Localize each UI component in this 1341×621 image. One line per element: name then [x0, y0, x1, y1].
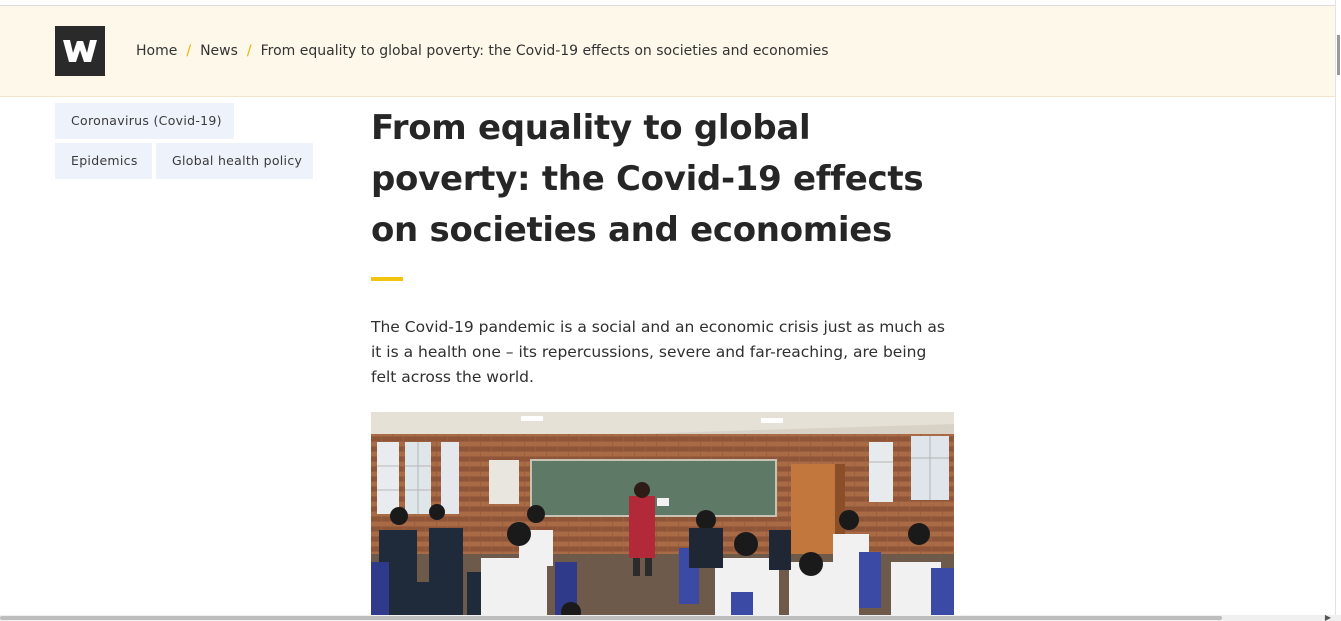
breadcrumb-separator: /	[246, 43, 252, 59]
tag-global-health-policy[interactable]: Global health policy	[156, 143, 313, 179]
article-photo	[371, 412, 954, 621]
site-header: Home / News / From equality to global po…	[0, 6, 1336, 97]
article-lead: The Covid-19 pandemic is a social and an…	[371, 318, 945, 386]
breadcrumb: Home / News / From equality to global po…	[136, 43, 829, 59]
breadcrumb-separator: /	[186, 43, 192, 59]
title-accent-rule	[371, 277, 403, 281]
horizontal-scrollbar[interactable]: ▶	[0, 614, 1341, 621]
article: From equality to global poverty: the Cov…	[371, 103, 954, 621]
horizontal-scrollbar-thumb[interactable]	[0, 616, 1222, 620]
tag-coronavirus[interactable]: Coronavirus (Covid-19)	[55, 103, 234, 139]
breadcrumb-home-link[interactable]: Home	[136, 43, 177, 59]
classroom-photo-image	[371, 412, 954, 621]
breadcrumb-news-link[interactable]: News	[200, 43, 238, 59]
scroll-right-arrow-icon[interactable]: ▶	[1325, 614, 1331, 621]
vertical-scrollbar[interactable]	[1335, 0, 1341, 621]
w-logo-icon[interactable]	[55, 26, 105, 76]
article-title: From equality to global poverty: the Cov…	[371, 108, 924, 250]
vertical-scrollbar-thumb[interactable]	[1337, 35, 1340, 75]
breadcrumb-current: From equality to global poverty: the Cov…	[260, 43, 829, 59]
page: Home / News / From equality to global po…	[0, 0, 1341, 621]
tag-epidemics[interactable]: Epidemics	[55, 143, 152, 179]
